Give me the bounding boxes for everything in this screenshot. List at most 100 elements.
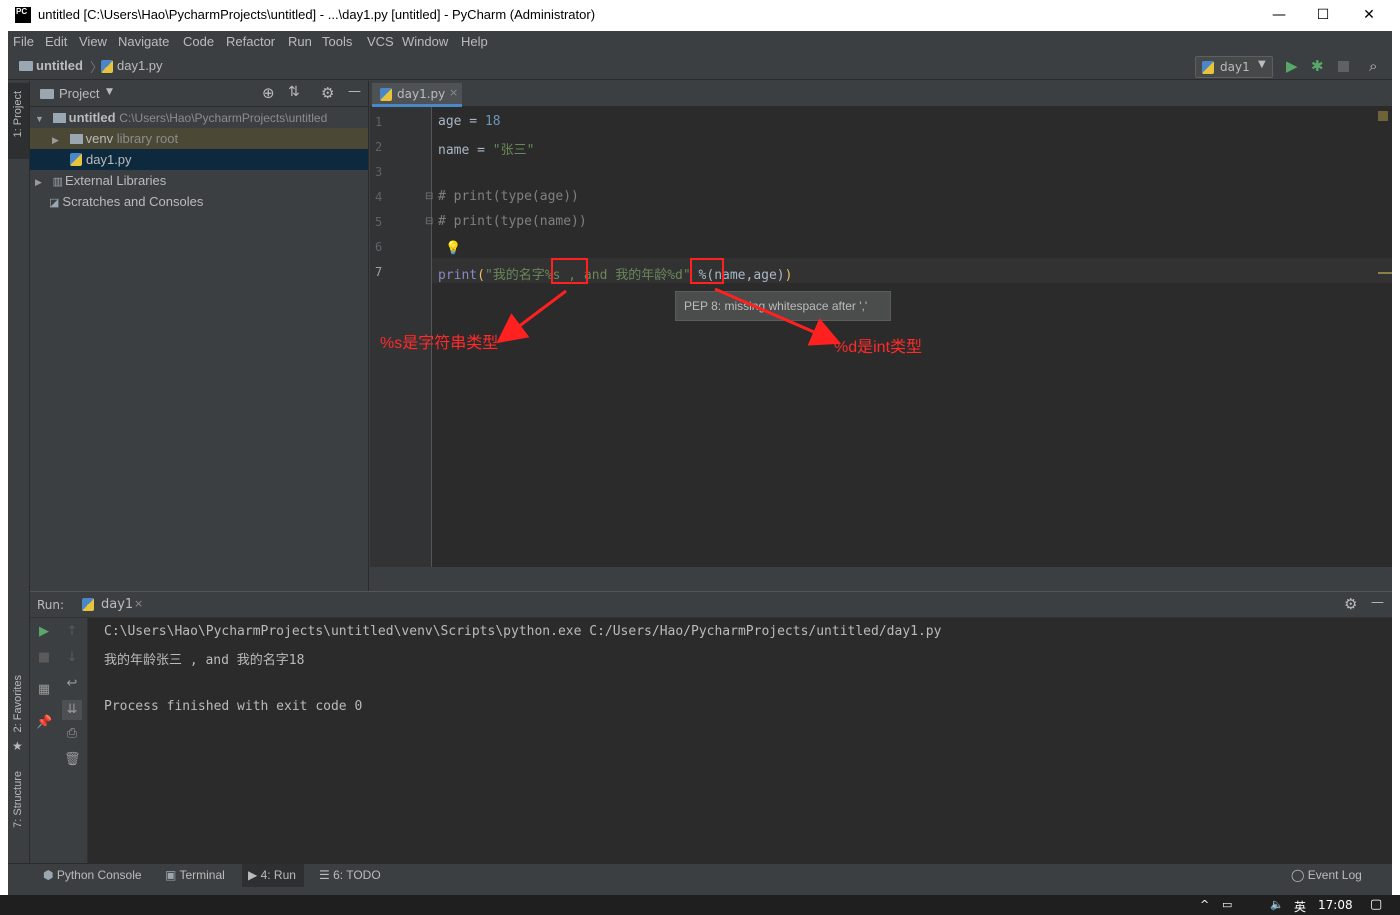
tree-file-name: day1.py	[86, 152, 132, 167]
close-tab-icon[interactable]: ×	[134, 597, 143, 610]
python-file-icon	[70, 153, 82, 166]
menu-tools[interactable]: Tools	[322, 34, 352, 49]
hide-panel-icon[interactable]: —	[348, 84, 361, 99]
warning-stripe-marker[interactable]	[1378, 272, 1392, 274]
menu-refactor[interactable]: Refactor	[226, 34, 275, 49]
annotation-s-note: %s是字符串类型	[380, 335, 499, 352]
tree-item-untitled[interactable]: ▼ untitled C:\Users\Hao\PycharmProjects\…	[30, 107, 368, 128]
tray-network-icon[interactable]: ▭	[1222, 898, 1232, 911]
gear-icon[interactable]: ⚙	[321, 84, 334, 102]
event-log-tab[interactable]: ◯ Event Log	[1291, 868, 1362, 882]
layout-icon[interactable]: ▦	[36, 682, 52, 698]
run-icon[interactable]: ▶	[1286, 57, 1298, 75]
tree-root-path: C:\Users\Hao\PycharmProjects\untitled	[119, 111, 328, 125]
run-label: Run:	[37, 598, 65, 612]
left-tool-stripe: 1: Project 2: Favorites ★ 7: Structure	[8, 81, 30, 863]
breadcrumb-project[interactable]: untitled	[36, 58, 83, 73]
navigation-bar: untitled 〉 day1.py	[8, 53, 1392, 80]
debug-bug-icon[interactable]: ✱	[1311, 57, 1324, 75]
favorites-tool-tab[interactable]: 2: Favorites	[12, 675, 24, 732]
hide-panel-icon[interactable]: —	[1371, 595, 1384, 610]
tab-label: Python Console	[56, 868, 142, 882]
menu-file[interactable]: File	[13, 34, 34, 49]
annotation-d-note: %d是int类型	[834, 339, 923, 356]
console-output-line: Process finished with exit code 0	[104, 699, 363, 714]
run-tab: ▶ 4: Run	[248, 868, 296, 882]
status-bar	[8, 887, 1392, 895]
scroll-to-end-icon[interactable]: ⇊	[62, 700, 82, 720]
project-panel-title[interactable]: Project	[59, 86, 99, 101]
maximize-button[interactable]: ☐	[1300, 0, 1346, 31]
menu-window[interactable]: Window	[402, 34, 448, 49]
print-icon[interactable]: ⎙	[64, 726, 80, 742]
stop-icon[interactable]	[1338, 61, 1349, 72]
menu-navigate[interactable]: Navigate	[118, 34, 169, 49]
tree-item-venv[interactable]: ▶ venv library root	[30, 128, 368, 149]
star-icon: ★	[12, 739, 23, 753]
terminal-tab[interactable]: ▣ Terminal	[165, 868, 225, 882]
tray-language[interactable]: 英	[1294, 898, 1306, 915]
search-icon[interactable]: ⌕	[1369, 57, 1377, 75]
tree-item-scratches[interactable]: ◪ Scratches and Consoles	[30, 191, 368, 212]
chevron-down-icon[interactable]: ▼	[106, 87, 113, 97]
minimize-button[interactable]: —	[1256, 0, 1302, 31]
project-tool-tab-label: 1: Project	[12, 91, 24, 138]
soft-wrap-icon[interactable]: ↩	[64, 676, 80, 692]
breadcrumb-file[interactable]: day1.py	[117, 58, 163, 73]
python-console-tab[interactable]: ⬢ Python Console	[43, 868, 142, 882]
folder-icon	[52, 113, 66, 123]
menu-help[interactable]: Help	[461, 34, 488, 49]
tab-label: Terminal	[179, 868, 225, 882]
terminal-icon: ▣	[165, 868, 180, 882]
window-frame-left	[0, 31, 8, 895]
python-icon	[82, 598, 94, 611]
project-stripe-tab[interactable]: 1: Project	[8, 83, 29, 159]
arrow-to-s-note	[496, 289, 567, 344]
tree-item-external-libraries[interactable]: ▶ ▥ External Libraries	[30, 170, 368, 191]
console-output-line: C:\Users\Hao\PycharmProjects\untitled\ve…	[104, 624, 942, 639]
tree-ext-libs: External Libraries	[65, 173, 167, 188]
structure-tool-tab[interactable]: 7: Structure	[12, 771, 24, 828]
tree-item-day1-py[interactable]: day1.py	[30, 149, 368, 170]
locate-target-icon[interactable]: ⊕	[262, 84, 275, 102]
gear-icon[interactable]: ⚙	[1344, 595, 1357, 613]
run-toolbar: ▶ ↑ ■ ↓ ↩ ▦ ⇊ 📌 ⎙ 🗑	[30, 618, 88, 864]
tab-label: 4: Run	[260, 868, 296, 882]
close-button[interactable]: ✕	[1346, 0, 1392, 31]
tree-root-name: untitled	[68, 110, 116, 125]
window-frame-right	[1392, 31, 1400, 895]
collapse-all-icon[interactable]: ⇅	[288, 84, 300, 100]
todo-tab[interactable]: ☰ 6: TODO	[319, 868, 381, 882]
library-icon: ▥	[52, 176, 64, 188]
arrow-to-d-note	[714, 287, 842, 346]
menu-edit[interactable]: Edit	[45, 34, 67, 49]
tray-volume-icon[interactable]: 🔈	[1270, 898, 1284, 911]
menu-bar: File Edit View Navigate Code Refactor Ru…	[8, 31, 1392, 53]
run-configuration-select[interactable]: day1 ▼	[1195, 56, 1273, 78]
list-icon: ☰	[319, 868, 334, 882]
trash-icon[interactable]: 🗑	[64, 752, 81, 768]
menu-view[interactable]: View	[79, 34, 107, 49]
tree-venv-note: library root	[116, 131, 179, 146]
event-log-icon: ◯	[1291, 868, 1308, 882]
window-title-bar: PC untitled [C:\Users\Hao\PycharmProject…	[0, 0, 1400, 31]
rerun-icon[interactable]: ▶	[36, 624, 52, 640]
run-tab-active[interactable]: ▶ 4: Run	[242, 864, 304, 888]
menu-vcs[interactable]: VCS	[367, 34, 394, 49]
window-title: untitled [C:\Users\Hao\PycharmProjects\u…	[38, 7, 596, 22]
console-output-line: 我的年龄张三 , and 我的名字18	[104, 653, 305, 668]
python-file-icon	[101, 60, 113, 73]
tray-chevron-icon[interactable]: ^	[1200, 898, 1209, 911]
run-tab-day1[interactable]: day1	[101, 597, 133, 612]
menu-code[interactable]: Code	[183, 34, 214, 49]
inspection-status-icon[interactable]	[1378, 111, 1388, 121]
tree-scratches: Scratches and Consoles	[62, 194, 204, 209]
scroll-up-icon[interactable]: ↑	[64, 624, 80, 640]
pin-icon[interactable]: 📌	[36, 715, 52, 731]
chevron-down-icon: ▼	[1258, 59, 1266, 70]
menu-run[interactable]: Run	[288, 34, 312, 49]
scroll-down-icon[interactable]: ↓	[64, 650, 80, 666]
stop-icon[interactable]: ■	[36, 650, 52, 666]
notification-icon[interactable]: ▢	[1370, 897, 1382, 912]
tray-clock[interactable]: 17:08	[1318, 898, 1353, 912]
